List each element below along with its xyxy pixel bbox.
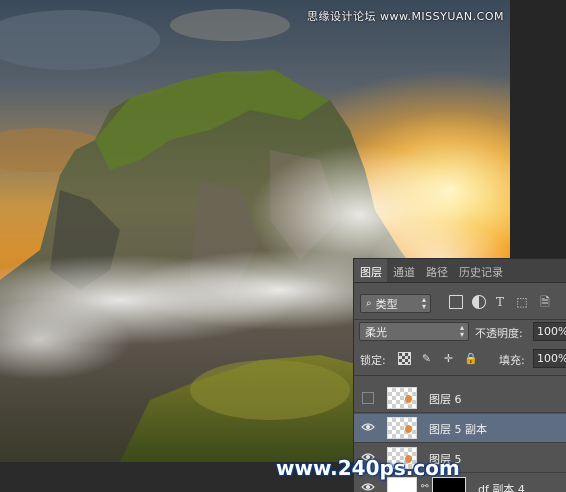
type-filter-icon[interactable]: T bbox=[493, 295, 507, 309]
mask-link-icon: ⚯ bbox=[421, 482, 429, 492]
layer-name: 图层 6 bbox=[429, 393, 462, 406]
canvas-background bbox=[510, 0, 566, 258]
layer-row-layer-6[interactable]: 图层 6 bbox=[354, 384, 566, 413]
layer-thumbnail bbox=[387, 387, 417, 409]
layer-kind-label: 类型 bbox=[375, 297, 398, 311]
updown-arrows-icon: ▴ ▾ bbox=[459, 323, 464, 339]
eye-icon[interactable] bbox=[361, 482, 375, 492]
panel-tabs: 图层 通道 路径 历史记录 bbox=[354, 259, 566, 283]
watermark-top: 思缘设计论坛 www.MISSYUAN.COM bbox=[306, 10, 504, 23]
divider bbox=[354, 375, 566, 376]
tab-history[interactable]: 历史记录 bbox=[453, 259, 508, 282]
updown-arrows-icon: ▴ ▾ bbox=[421, 295, 426, 311]
layer-row-layer-5-copy[interactable]: 图层 5 副本 bbox=[354, 414, 566, 443]
opacity-input[interactable]: 100% bbox=[533, 322, 566, 341]
lock-label: 锁定: bbox=[360, 354, 386, 367]
blend-mode-value: 柔光 bbox=[365, 325, 387, 339]
divider bbox=[354, 319, 566, 320]
adjustment-filter-icon[interactable] bbox=[472, 295, 486, 309]
visibility-toggle-off[interactable] bbox=[362, 392, 374, 404]
fill-label: 填充: bbox=[499, 354, 525, 367]
layer-thumbnail bbox=[387, 417, 417, 439]
layer-name: df 副本 4 bbox=[478, 483, 525, 492]
lock-position-move-icon[interactable]: ✛ bbox=[442, 352, 455, 365]
layer-kind-filter[interactable]: ⌕ 类型 ▴ ▾ bbox=[360, 294, 431, 313]
smart-object-filter-icon[interactable]: 🗎 bbox=[538, 295, 552, 309]
opacity-label: 不透明度: bbox=[475, 327, 523, 340]
eye-icon[interactable] bbox=[361, 422, 375, 432]
blend-mode-select[interactable]: 柔光 ▴ ▾ bbox=[359, 322, 469, 341]
search-icon: ⌕ bbox=[366, 298, 372, 309]
lock-pixels-brush-icon[interactable]: ✎ bbox=[420, 352, 433, 365]
tab-layers[interactable]: 图层 bbox=[354, 259, 387, 282]
tab-paths[interactable]: 路径 bbox=[420, 259, 453, 282]
shape-filter-icon[interactable]: ⬚ bbox=[515, 295, 529, 309]
watermark-bottom: www.240ps.com bbox=[276, 456, 460, 480]
fill-input[interactable]: 100% bbox=[533, 349, 566, 368]
layer-name: 图层 5 副本 bbox=[429, 423, 487, 436]
image-filter-icon[interactable] bbox=[449, 295, 463, 309]
tab-channels[interactable]: 通道 bbox=[387, 259, 420, 282]
lock-all-icon[interactable]: 🔒 bbox=[464, 352, 478, 365]
lock-transparency-icon[interactable] bbox=[398, 352, 411, 365]
